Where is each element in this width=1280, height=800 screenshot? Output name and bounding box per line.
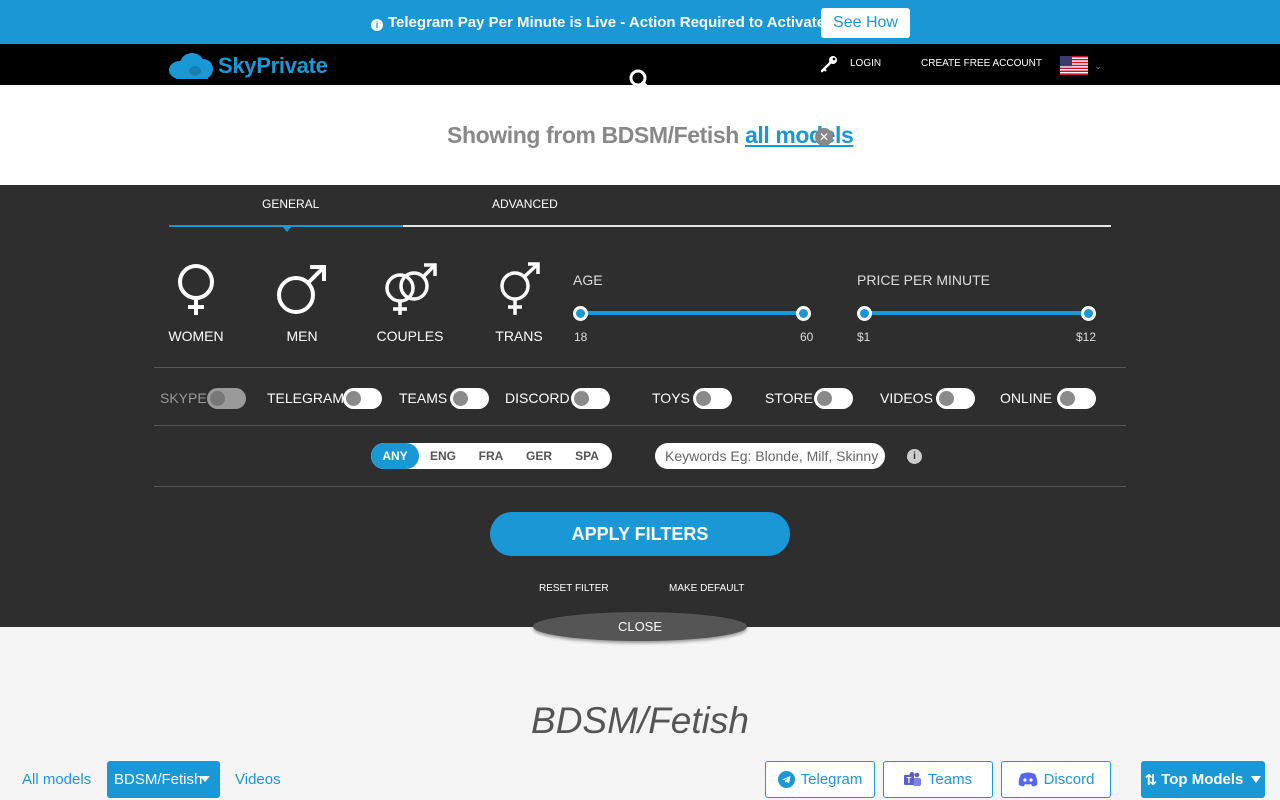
cloud-logo-icon: [168, 53, 214, 79]
age-min-value: 18: [574, 330, 588, 344]
teams-icon: T: [903, 771, 921, 786]
toggle-discord[interactable]: [571, 388, 610, 409]
all-models-link[interactable]: All models: [22, 771, 91, 788]
lang-any[interactable]: ANY: [371, 443, 419, 469]
divider: [154, 486, 1126, 487]
toggle-teams[interactable]: [450, 388, 489, 409]
teams-button[interactable]: T Teams: [883, 761, 993, 798]
discord-label: Discord: [1043, 771, 1095, 788]
price-max-value: $12: [1076, 330, 1097, 344]
discord-button[interactable]: Discord: [1001, 761, 1111, 798]
info-icon: i: [371, 19, 383, 31]
toggle-label-videos: VIDEOS: [880, 390, 933, 406]
age-max-value: 60: [800, 330, 814, 344]
toggle-skype[interactable]: [207, 388, 246, 409]
price-min-handle[interactable]: [857, 306, 872, 321]
toggle-label-online: ONLINE: [1000, 390, 1053, 406]
tab-active-arrow: [282, 226, 292, 232]
toggle-label-teams: TEAMS: [399, 390, 448, 406]
age-min-handle[interactable]: [573, 306, 588, 321]
teams-label: Teams: [927, 771, 973, 788]
price-max-handle[interactable]: [1081, 306, 1096, 321]
toggle-telegram[interactable]: [343, 388, 382, 409]
showing-prefix: Showing from BDSM/Fetish: [447, 122, 739, 148]
age-label: AGE: [573, 272, 603, 288]
lang-eng[interactable]: ENG: [419, 443, 467, 469]
chevron-down-icon[interactable]: ⌄: [1094, 61, 1102, 72]
price-label: PRICE PER MINUTE: [857, 272, 991, 288]
telegram-icon: [777, 771, 795, 788]
category-label: BDSM/Fetish: [114, 771, 203, 788]
site-logo[interactable]: SkyPrivate: [168, 52, 328, 80]
caret-down-icon: [1251, 776, 1262, 783]
couple-symbol-icon: [385, 263, 437, 315]
price-range-track[interactable]: [865, 311, 1089, 315]
tab-general[interactable]: GENERAL: [262, 197, 319, 211]
toggle-videos[interactable]: [936, 388, 975, 409]
reset-filter-link[interactable]: RESET FILTER: [539, 583, 609, 594]
info-icon[interactable]: i: [907, 449, 922, 464]
price-min-value: $1: [857, 330, 871, 344]
page-title: BDSM/Fetish: [531, 700, 749, 741]
tab-advanced[interactable]: ADVANCED: [492, 197, 558, 211]
announcement-message: Telegram Pay Per Minute is Live - Action…: [388, 14, 826, 31]
sort-label: Top Models: [1161, 771, 1244, 788]
lang-fra[interactable]: FRA: [467, 443, 515, 469]
telegram-label: Telegram: [800, 771, 863, 788]
lang-spa[interactable]: SPA: [563, 443, 611, 469]
gender-men[interactable]: MEN: [262, 262, 342, 344]
toggle-online[interactable]: [1057, 388, 1096, 409]
gender-couples[interactable]: COUPLES: [370, 262, 450, 344]
all-models-link[interactable]: all models: [745, 122, 854, 148]
age-max-handle[interactable]: [796, 306, 811, 321]
sort-dropdown[interactable]: ⇅ Top Models: [1141, 761, 1265, 798]
close-filter-button[interactable]: CLOSE: [533, 612, 747, 641]
key-icon: [820, 56, 837, 73]
toggle-label-skype: SKYPE: [160, 390, 207, 406]
caret-down-icon: [200, 776, 210, 782]
gender-label: TRANS: [495, 328, 543, 344]
male-symbol-icon: [277, 265, 326, 314]
us-flag-icon[interactable]: [1060, 56, 1088, 75]
make-default-link[interactable]: MAKE DEFAULT: [669, 583, 744, 594]
category-dropdown[interactable]: BDSM/Fetish: [107, 761, 220, 798]
apply-filters-button[interactable]: APPLY FILTERS: [490, 512, 790, 556]
discord-icon: [1018, 772, 1037, 787]
lang-ger[interactable]: GER: [515, 443, 563, 469]
divider: [154, 367, 1126, 368]
divider: [154, 425, 1126, 426]
toggle-label-store: STORE: [765, 390, 813, 406]
female-symbol-icon: [178, 264, 214, 315]
toggle-store[interactable]: [814, 388, 853, 409]
toggle-label-toys: TOYS: [652, 390, 690, 406]
keywords-input[interactable]: [655, 443, 885, 469]
create-account-link[interactable]: CREATE FREE ACCOUNT: [921, 58, 1042, 69]
showing-text: Showing from BDSM/Fetish all models: [447, 122, 854, 149]
toggle-label-telegram: TELEGRAM: [267, 390, 345, 406]
gender-label: COUPLES: [376, 328, 444, 344]
gender-women[interactable]: WOMEN: [156, 262, 236, 344]
toggle-label-discord: DISCORD: [505, 390, 570, 406]
gender-trans[interactable]: TRANS: [479, 262, 559, 344]
announcement-bar: i Telegram Pay Per Minute is Live - Acti…: [0, 0, 1280, 44]
login-link[interactable]: LOGIN: [850, 58, 881, 69]
logo-text: SkyPrivate: [218, 53, 328, 78]
videos-link[interactable]: Videos: [235, 771, 281, 788]
telegram-button[interactable]: Telegram: [765, 761, 875, 798]
clear-filter-icon[interactable]: ✕: [815, 128, 833, 146]
gender-label: MEN: [286, 328, 318, 344]
language-selector: ANY ENG FRA GER SPA: [371, 443, 612, 469]
sort-icon: ⇅: [1144, 771, 1158, 789]
see-how-button[interactable]: See How: [821, 8, 910, 38]
svg-text:T: T: [906, 776, 911, 785]
toggle-toys[interactable]: [693, 388, 732, 409]
age-range-track[interactable]: [581, 311, 804, 315]
trans-symbol-icon: [500, 262, 540, 315]
gender-label: WOMEN: [168, 328, 224, 344]
